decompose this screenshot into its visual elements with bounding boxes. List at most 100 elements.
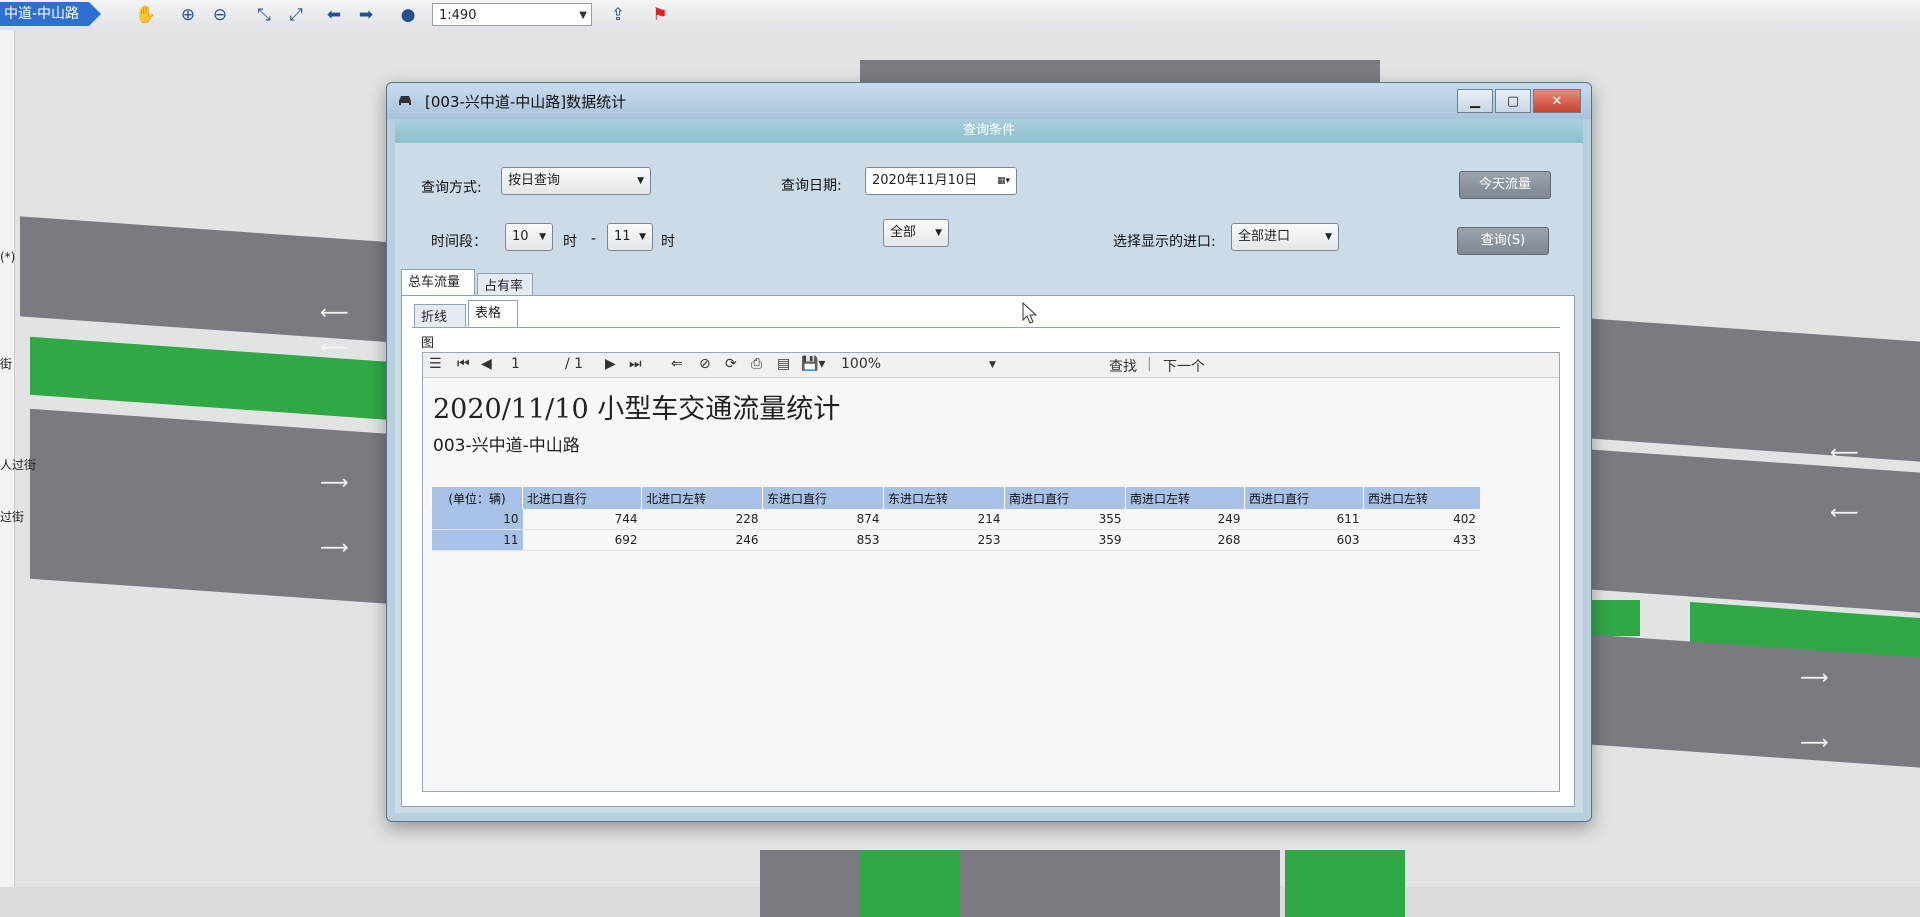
- hour-to-value: 11: [614, 229, 631, 244]
- table-cell: 268: [1125, 529, 1245, 551]
- print-layout-icon[interactable]: ▤: [777, 356, 790, 372]
- direction-filter-select[interactable]: 全部 ▼: [883, 219, 949, 247]
- back-icon[interactable]: ⇐: [671, 356, 683, 372]
- column-header: 北进口左转: [641, 487, 763, 509]
- query-mode-label: 查询方式:: [421, 180, 482, 196]
- road-segment: [30, 408, 410, 606]
- find-link[interactable]: 查找: [1109, 356, 1137, 376]
- entrance-select[interactable]: 全部进口 ▼: [1231, 223, 1339, 251]
- sidebar-label: 街: [0, 357, 13, 371]
- dialog-body: 查询条件 查询方式: 按日查询 ▼ 查询日期: 2020年11月10日 ▦▾ 今…: [395, 119, 1583, 813]
- direction-filter-value: 全部: [890, 225, 917, 240]
- today-flow-button[interactable]: 今天流量: [1459, 171, 1551, 199]
- date-value: 2020年11月10日: [872, 173, 978, 188]
- calendar-icon: ▦▾: [996, 176, 1010, 186]
- table-cell: 246: [641, 529, 763, 551]
- table-cell: 692: [522, 529, 642, 551]
- hour-cell: 10: [431, 509, 523, 530]
- full-extent-icon[interactable]: ⤢: [284, 3, 308, 27]
- query-mode-value: 按日查询: [508, 173, 561, 188]
- table-cell: 253: [883, 529, 1005, 551]
- find-next-link[interactable]: 下一个: [1163, 356, 1205, 376]
- hour-unit-label: 时: [563, 234, 577, 250]
- zoom-level[interactable]: 100%: [841, 356, 881, 372]
- export-icon[interactable]: ⇪: [606, 3, 630, 27]
- tab-total-flow[interactable]: 总车流量: [401, 269, 475, 295]
- query-button[interactable]: 查询(S): [1457, 227, 1549, 255]
- next-page-icon[interactable]: ▶: [605, 356, 616, 372]
- entrance-label: 选择显示的进口:: [1113, 234, 1216, 250]
- query-mode-select[interactable]: 按日查询 ▼: [501, 167, 651, 195]
- print-icon[interactable]: ⎙: [751, 356, 762, 372]
- close-button[interactable]: ✕: [1533, 89, 1581, 113]
- globe-icon[interactable]: ●: [396, 3, 420, 27]
- chevron-down-icon: ▼: [637, 176, 644, 186]
- last-page-icon[interactable]: ⏭: [629, 356, 642, 372]
- table-cell: 611: [1244, 509, 1364, 530]
- back-arrow-icon[interactable]: ⬅: [322, 3, 346, 27]
- subtab-divider: [412, 327, 1560, 328]
- scale-select[interactable]: 1:490 ▼: [432, 3, 592, 26]
- refresh-icon[interactable]: ⟳: [725, 356, 737, 372]
- subtab-table[interactable]: 表格: [468, 300, 518, 328]
- road-segment: [1560, 447, 1920, 613]
- table-cell: 874: [762, 509, 884, 530]
- hour-cell: 11: [431, 529, 523, 551]
- mouse-cursor-icon: [1022, 302, 1038, 324]
- column-header: 东进口直行: [762, 487, 884, 509]
- table-cell: 433: [1363, 529, 1480, 551]
- table-cell: 359: [1004, 529, 1126, 551]
- forward-arrow-icon[interactable]: ➡: [354, 3, 378, 27]
- lane-arrow-icon: ⟶: [320, 470, 349, 494]
- column-header: 西进口直行: [1244, 487, 1364, 509]
- map-toolbar: 中道-中山路 ✋ ⊕ ⊖ ⤡ ⤢ ⬅ ➡ ● 1:490 ▼ ⇪ ⚑: [0, 0, 1920, 31]
- table-cell: 853: [762, 529, 884, 551]
- report-viewer: ☰ ⏮ ◀ 1 / 1 ▶ ⏭ ⇐ ⊘ ⟳ ⎙ ▤ 💾▾ 100% ▼ 查找 |…: [422, 352, 1560, 792]
- sidebar-label: 人过街: [0, 458, 37, 472]
- median-strip: [1285, 850, 1405, 917]
- pan-hand-icon[interactable]: ✋: [134, 3, 158, 27]
- column-header: 南进口左转: [1125, 487, 1245, 509]
- lane-arrow-icon: ⟶: [1800, 730, 1829, 754]
- chevron-down-icon: ▼: [579, 10, 587, 21]
- flag-icon[interactable]: ⚑: [648, 3, 672, 27]
- hour-to-select[interactable]: 11 ▼: [607, 223, 653, 251]
- hour-from-select[interactable]: 10 ▼: [505, 223, 553, 251]
- document-map-icon[interactable]: ☰: [429, 356, 442, 372]
- minimize-button[interactable]: ▁: [1457, 89, 1493, 113]
- dialog-titlebar[interactable]: [003-兴中道-中山路]数据统计 ▁ ▢ ✕: [387, 83, 1591, 119]
- first-page-icon[interactable]: ⏮: [457, 356, 470, 372]
- report-toolbar: ☰ ⏮ ◀ 1 / 1 ▶ ⏭ ⇐ ⊘ ⟳ ⎙ ▤ 💾▾ 100% ▼ 查找 |…: [423, 353, 1559, 378]
- lane-arrow-icon: ⟵: [320, 300, 349, 324]
- tab-occupancy[interactable]: 占有率: [477, 273, 533, 295]
- prev-page-icon[interactable]: ◀: [481, 356, 492, 372]
- stop-icon[interactable]: ⊘: [699, 356, 711, 372]
- breadcrumb[interactable]: 中道-中山路: [0, 2, 102, 26]
- hour-from-value: 10: [512, 229, 529, 244]
- table-cell: 355: [1004, 509, 1126, 530]
- fit-extent-icon[interactable]: ⤡: [252, 3, 276, 27]
- page-number[interactable]: 1: [511, 356, 520, 372]
- zoom-in-icon[interactable]: ⊕: [176, 3, 200, 27]
- save-icon[interactable]: 💾▾: [801, 356, 825, 372]
- subtab-line-chart[interactable]: 折线图: [414, 304, 466, 351]
- date-label: 查询日期:: [781, 178, 842, 194]
- maximize-button[interactable]: ▢: [1495, 89, 1531, 113]
- table-cell: 402: [1363, 509, 1480, 530]
- column-header: 东进口左转: [883, 487, 1005, 509]
- chevron-down-icon: ▼: [1325, 232, 1332, 242]
- entrance-value: 全部进口: [1238, 229, 1291, 244]
- statistics-dialog: [003-兴中道-中山路]数据统计 ▁ ▢ ✕ 查询条件 查询方式: 按日查询 …: [386, 82, 1592, 822]
- scale-value: 1:490: [439, 8, 477, 23]
- lane-arrow-icon: ⟵: [320, 335, 349, 359]
- column-header: 西进口左转: [1363, 487, 1480, 509]
- table-row: 10 744 228 874 214 355 249 611 402: [431, 509, 1480, 530]
- lane-arrow-icon: ⟵: [1830, 440, 1859, 464]
- chevron-down-icon[interactable]: ▼: [989, 360, 996, 370]
- zoom-out-icon[interactable]: ⊖: [208, 3, 232, 27]
- column-header: 北进口直行: [522, 487, 642, 509]
- date-picker[interactable]: 2020年11月10日 ▦▾: [865, 167, 1017, 195]
- page-total: / 1: [565, 356, 584, 372]
- period-label: 时间段：: [431, 234, 487, 250]
- lane-arrow-icon: ⟶: [1800, 665, 1829, 689]
